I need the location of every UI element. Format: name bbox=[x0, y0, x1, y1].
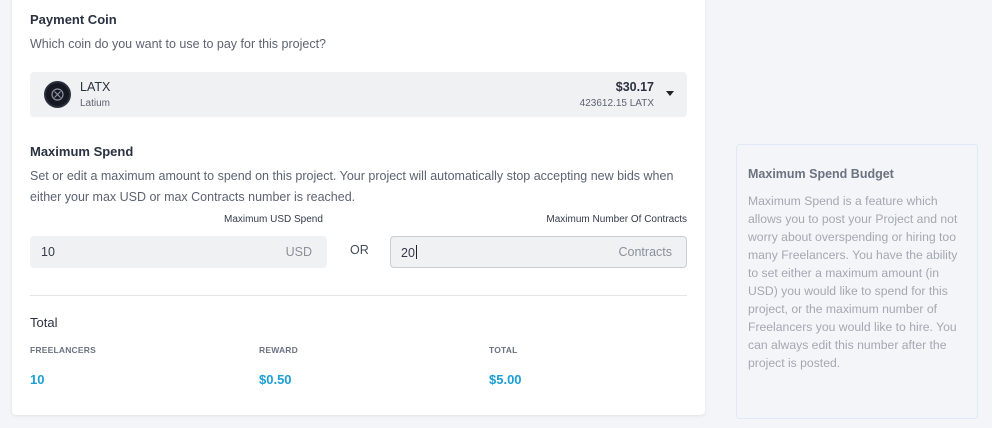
freelancers-value: 10 bbox=[30, 372, 45, 387]
usd-suffix: USD bbox=[285, 245, 312, 259]
max-contracts-value-wrap: 20 bbox=[401, 245, 417, 260]
max-usd-label: Maximum USD Spend bbox=[224, 214, 323, 225]
divider bbox=[30, 295, 687, 296]
total-title: Total bbox=[30, 315, 58, 330]
reward-header: REWARD bbox=[259, 345, 298, 355]
reward-value: $0.50 bbox=[259, 372, 292, 387]
text-cursor bbox=[415, 245, 417, 259]
info-panel-body: Maximum Spend is a feature which allows … bbox=[748, 194, 958, 370]
coin-name: Latium bbox=[80, 98, 111, 109]
contracts-suffix: Contracts bbox=[618, 245, 673, 259]
freelancers-header: FREELANCERS bbox=[30, 345, 96, 355]
project-budget-card: Payment Coin Which coin do you want to u… bbox=[12, 0, 705, 415]
coin-usd-value: $30.17 bbox=[615, 80, 654, 94]
maximum-spend-title: Maximum Spend bbox=[30, 144, 134, 159]
or-separator: OR bbox=[350, 243, 369, 257]
max-usd-value: 10 bbox=[41, 245, 55, 259]
payment-coin-question: Which coin do you want to use to pay for… bbox=[30, 37, 326, 51]
payment-coin-title: Payment Coin bbox=[30, 12, 117, 27]
info-panel: Maximum Spend Budget Maximum Spend is a … bbox=[736, 144, 978, 419]
max-contracts-value: 20 bbox=[401, 246, 415, 260]
total-header: TOTAL bbox=[489, 345, 518, 355]
latium-coin-icon bbox=[44, 81, 71, 108]
coin-balance: 423612.15 LATX bbox=[579, 98, 654, 109]
max-usd-input[interactable]: 10 USD bbox=[30, 236, 327, 268]
maximum-spend-description: Set or edit a maximum amount to spend on… bbox=[30, 169, 674, 204]
info-panel-title: Maximum Spend Budget bbox=[748, 167, 894, 181]
max-contracts-label: Maximum Number Of Contracts bbox=[546, 214, 687, 225]
coin-symbol: LATX bbox=[80, 80, 111, 94]
coin-select[interactable]: LATX Latium $30.17 423612.15 LATX bbox=[30, 72, 687, 117]
total-value: $5.00 bbox=[489, 372, 522, 387]
caret-down-icon[interactable] bbox=[666, 91, 674, 96]
max-contracts-input[interactable]: 20 Contracts bbox=[390, 236, 687, 268]
